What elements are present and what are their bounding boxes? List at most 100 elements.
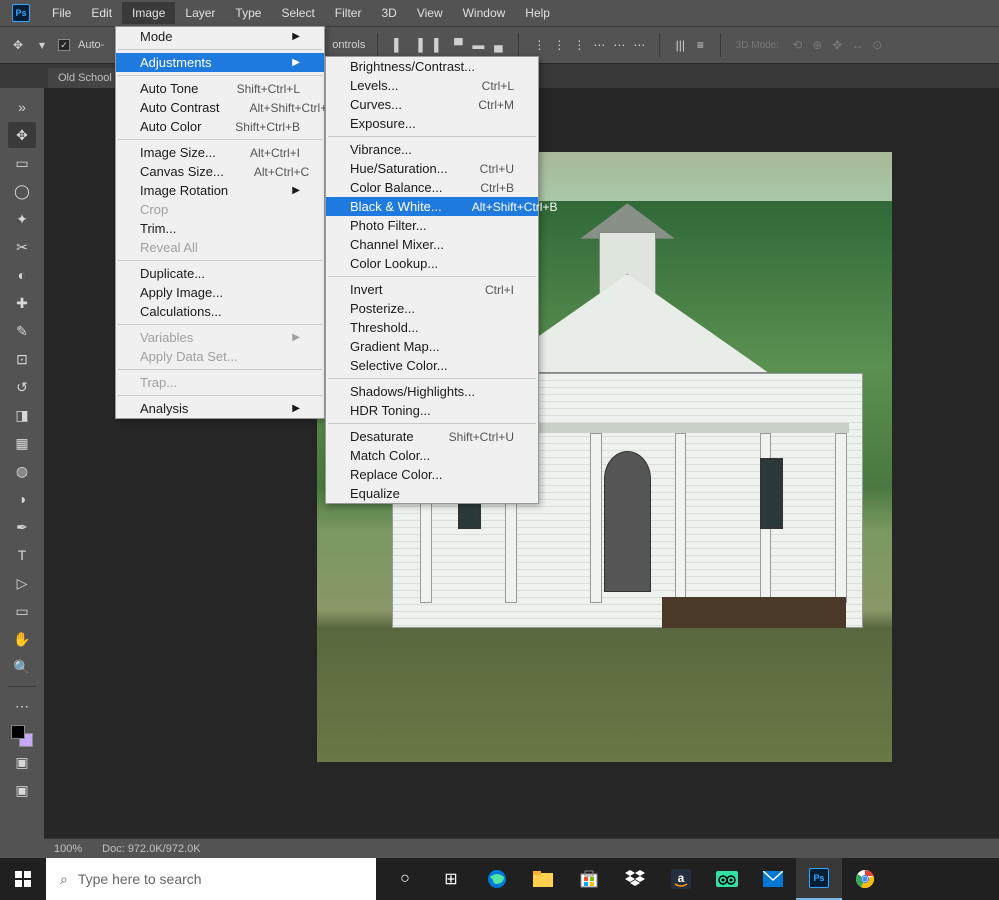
- menu-view[interactable]: View: [407, 2, 453, 24]
- menu-item-selective-color-[interactable]: Selective Color...: [326, 356, 538, 375]
- brush-tool[interactable]: ✎: [8, 318, 36, 344]
- lasso-tool[interactable]: ◯: [8, 178, 36, 204]
- menu-item-brightness-contrast-[interactable]: Brightness/Contrast...: [326, 57, 538, 76]
- quick-select-tool[interactable]: ✦: [8, 206, 36, 232]
- quick-mask-icon[interactable]: ▣: [8, 749, 36, 775]
- distribute-left-icon[interactable]: ⋯: [591, 37, 607, 53]
- align-right-icon[interactable]: ▌: [430, 37, 446, 53]
- menu-item-photo-filter-[interactable]: Photo Filter...: [326, 216, 538, 235]
- chrome-icon[interactable]: [842, 858, 888, 900]
- menu-item-exposure-[interactable]: Exposure...: [326, 114, 538, 133]
- menu-file[interactable]: File: [42, 2, 81, 24]
- rectangle-tool[interactable]: ▭: [8, 598, 36, 624]
- menu-item-match-color-[interactable]: Match Color...: [326, 446, 538, 465]
- tripadvisor-icon[interactable]: [704, 858, 750, 900]
- menu-item-curves-[interactable]: Curves...Ctrl+M: [326, 95, 538, 114]
- 3d-slide-icon[interactable]: ↔: [849, 37, 865, 53]
- align-center-h-icon[interactable]: ▐: [410, 37, 426, 53]
- expand-panel-icon[interactable]: »: [8, 94, 36, 120]
- taskbar-search[interactable]: ⌕ Type here to search: [46, 858, 376, 900]
- store-icon[interactable]: [566, 858, 612, 900]
- artboard-tool[interactable]: ▭: [8, 150, 36, 176]
- menu-item-mode[interactable]: Mode▶: [116, 27, 324, 46]
- patch-tool[interactable]: ✚: [8, 290, 36, 316]
- menu-item-color-lookup-[interactable]: Color Lookup...: [326, 254, 538, 273]
- color-swatches[interactable]: [11, 725, 33, 747]
- 3d-zoom-icon[interactable]: ⊙: [869, 37, 885, 53]
- menu-item-canvas-size-[interactable]: Canvas Size...Alt+Ctrl+C: [116, 162, 324, 181]
- menu-item-hue-saturation-[interactable]: Hue/Saturation...Ctrl+U: [326, 159, 538, 178]
- menu-item-equalize[interactable]: Equalize: [326, 484, 538, 503]
- mail-icon[interactable]: [750, 858, 796, 900]
- hand-tool[interactable]: ✋: [8, 626, 36, 652]
- pen-tool[interactable]: ✒: [8, 514, 36, 540]
- menu-item-gradient-map-[interactable]: Gradient Map...: [326, 337, 538, 356]
- zoom-level[interactable]: 100%: [54, 843, 82, 855]
- dropdown-arrow-icon[interactable]: ▾: [34, 37, 50, 53]
- crop-tool[interactable]: ✂: [8, 234, 36, 260]
- menu-item-auto-color[interactable]: Auto ColorShift+Ctrl+B: [116, 117, 324, 136]
- menu-item-apply-image-[interactable]: Apply Image...: [116, 283, 324, 302]
- menu-item-invert[interactable]: InvertCtrl+I: [326, 280, 538, 299]
- menu-item-posterize-[interactable]: Posterize...: [326, 299, 538, 318]
- menu-item-calculations-[interactable]: Calculations...: [116, 302, 324, 321]
- dodge-tool[interactable]: ◑: [8, 486, 36, 512]
- auto-select-checkbox[interactable]: ✓: [58, 39, 70, 51]
- menu-item-image-size-[interactable]: Image Size...Alt+Ctrl+I: [116, 143, 324, 162]
- menu-help[interactable]: Help: [515, 2, 560, 24]
- align-bottom-icon[interactable]: ▄: [490, 37, 506, 53]
- stamp-tool[interactable]: ⊡: [8, 346, 36, 372]
- eraser-tool[interactable]: ◨: [8, 402, 36, 428]
- explorer-icon[interactable]: [520, 858, 566, 900]
- cortana-icon[interactable]: ○: [382, 858, 428, 900]
- task-view-icon[interactable]: ⊞: [428, 858, 474, 900]
- eyedropper-tool[interactable]: ◐: [8, 262, 36, 288]
- distribute-h-icon[interactable]: ⋯: [611, 37, 627, 53]
- distribute-top-icon[interactable]: ⋮: [531, 37, 547, 53]
- menu-item-image-rotation[interactable]: Image Rotation▶: [116, 181, 324, 200]
- history-brush-tool[interactable]: ↺: [8, 374, 36, 400]
- menu-select[interactable]: Select: [271, 2, 324, 24]
- dropbox-icon[interactable]: [612, 858, 658, 900]
- align-middle-icon[interactable]: ▬: [470, 37, 486, 53]
- menu-item-shadows-highlights-[interactable]: Shadows/Highlights...: [326, 382, 538, 401]
- path-select-tool[interactable]: ▷: [8, 570, 36, 596]
- menu-item-vibrance-[interactable]: Vibrance...: [326, 140, 538, 159]
- menu-type[interactable]: Type: [225, 2, 271, 24]
- menu-layer[interactable]: Layer: [175, 2, 225, 24]
- menu-item-channel-mixer-[interactable]: Channel Mixer...: [326, 235, 538, 254]
- menu-filter[interactable]: Filter: [325, 2, 372, 24]
- distribute-right-icon[interactable]: ⋯: [631, 37, 647, 53]
- distribute-v-icon[interactable]: ⋮: [551, 37, 567, 53]
- distribute-space-h-icon[interactable]: |||: [672, 37, 688, 53]
- menu-item-color-balance-[interactable]: Color Balance...Ctrl+B: [326, 178, 538, 197]
- menu-item-duplicate-[interactable]: Duplicate...: [116, 264, 324, 283]
- type-tool[interactable]: T: [8, 542, 36, 568]
- amazon-icon[interactable]: a: [658, 858, 704, 900]
- align-top-icon[interactable]: ▀: [450, 37, 466, 53]
- menu-item-levels-[interactable]: Levels...Ctrl+L: [326, 76, 538, 95]
- menu-item-desaturate[interactable]: DesaturateShift+Ctrl+U: [326, 427, 538, 446]
- blur-tool[interactable]: ◍: [8, 458, 36, 484]
- menu-item-threshold-[interactable]: Threshold...: [326, 318, 538, 337]
- menu-edit[interactable]: Edit: [81, 2, 122, 24]
- photoshop-taskbar-icon[interactable]: Ps: [796, 858, 842, 900]
- menu-image[interactable]: Image: [122, 2, 175, 24]
- start-button[interactable]: [0, 858, 46, 900]
- menu-item-adjustments[interactable]: Adjustments▶: [116, 53, 324, 72]
- edge-icon[interactable]: [474, 858, 520, 900]
- menu-3d[interactable]: 3D: [371, 2, 406, 24]
- 3d-pan-icon[interactable]: ✥: [829, 37, 845, 53]
- screen-mode-icon[interactable]: ▣: [8, 777, 36, 803]
- menu-item-replace-color-[interactable]: Replace Color...: [326, 465, 538, 484]
- gradient-tool[interactable]: ▦: [8, 430, 36, 456]
- 3d-roll-icon[interactable]: ⊕: [809, 37, 825, 53]
- distribute-bottom-icon[interactable]: ⋮: [571, 37, 587, 53]
- 3d-orbit-icon[interactable]: ⟲: [789, 37, 805, 53]
- menu-item-auto-tone[interactable]: Auto ToneShift+Ctrl+L: [116, 79, 324, 98]
- menu-item-black-white-[interactable]: Black & White...Alt+Shift+Ctrl+B: [326, 197, 538, 216]
- edit-toolbar-icon[interactable]: ⋯: [8, 693, 36, 719]
- move-tool[interactable]: ✥: [8, 122, 36, 148]
- distribute-space-v-icon[interactable]: ≡: [692, 37, 708, 53]
- zoom-tool[interactable]: 🔍: [8, 654, 36, 680]
